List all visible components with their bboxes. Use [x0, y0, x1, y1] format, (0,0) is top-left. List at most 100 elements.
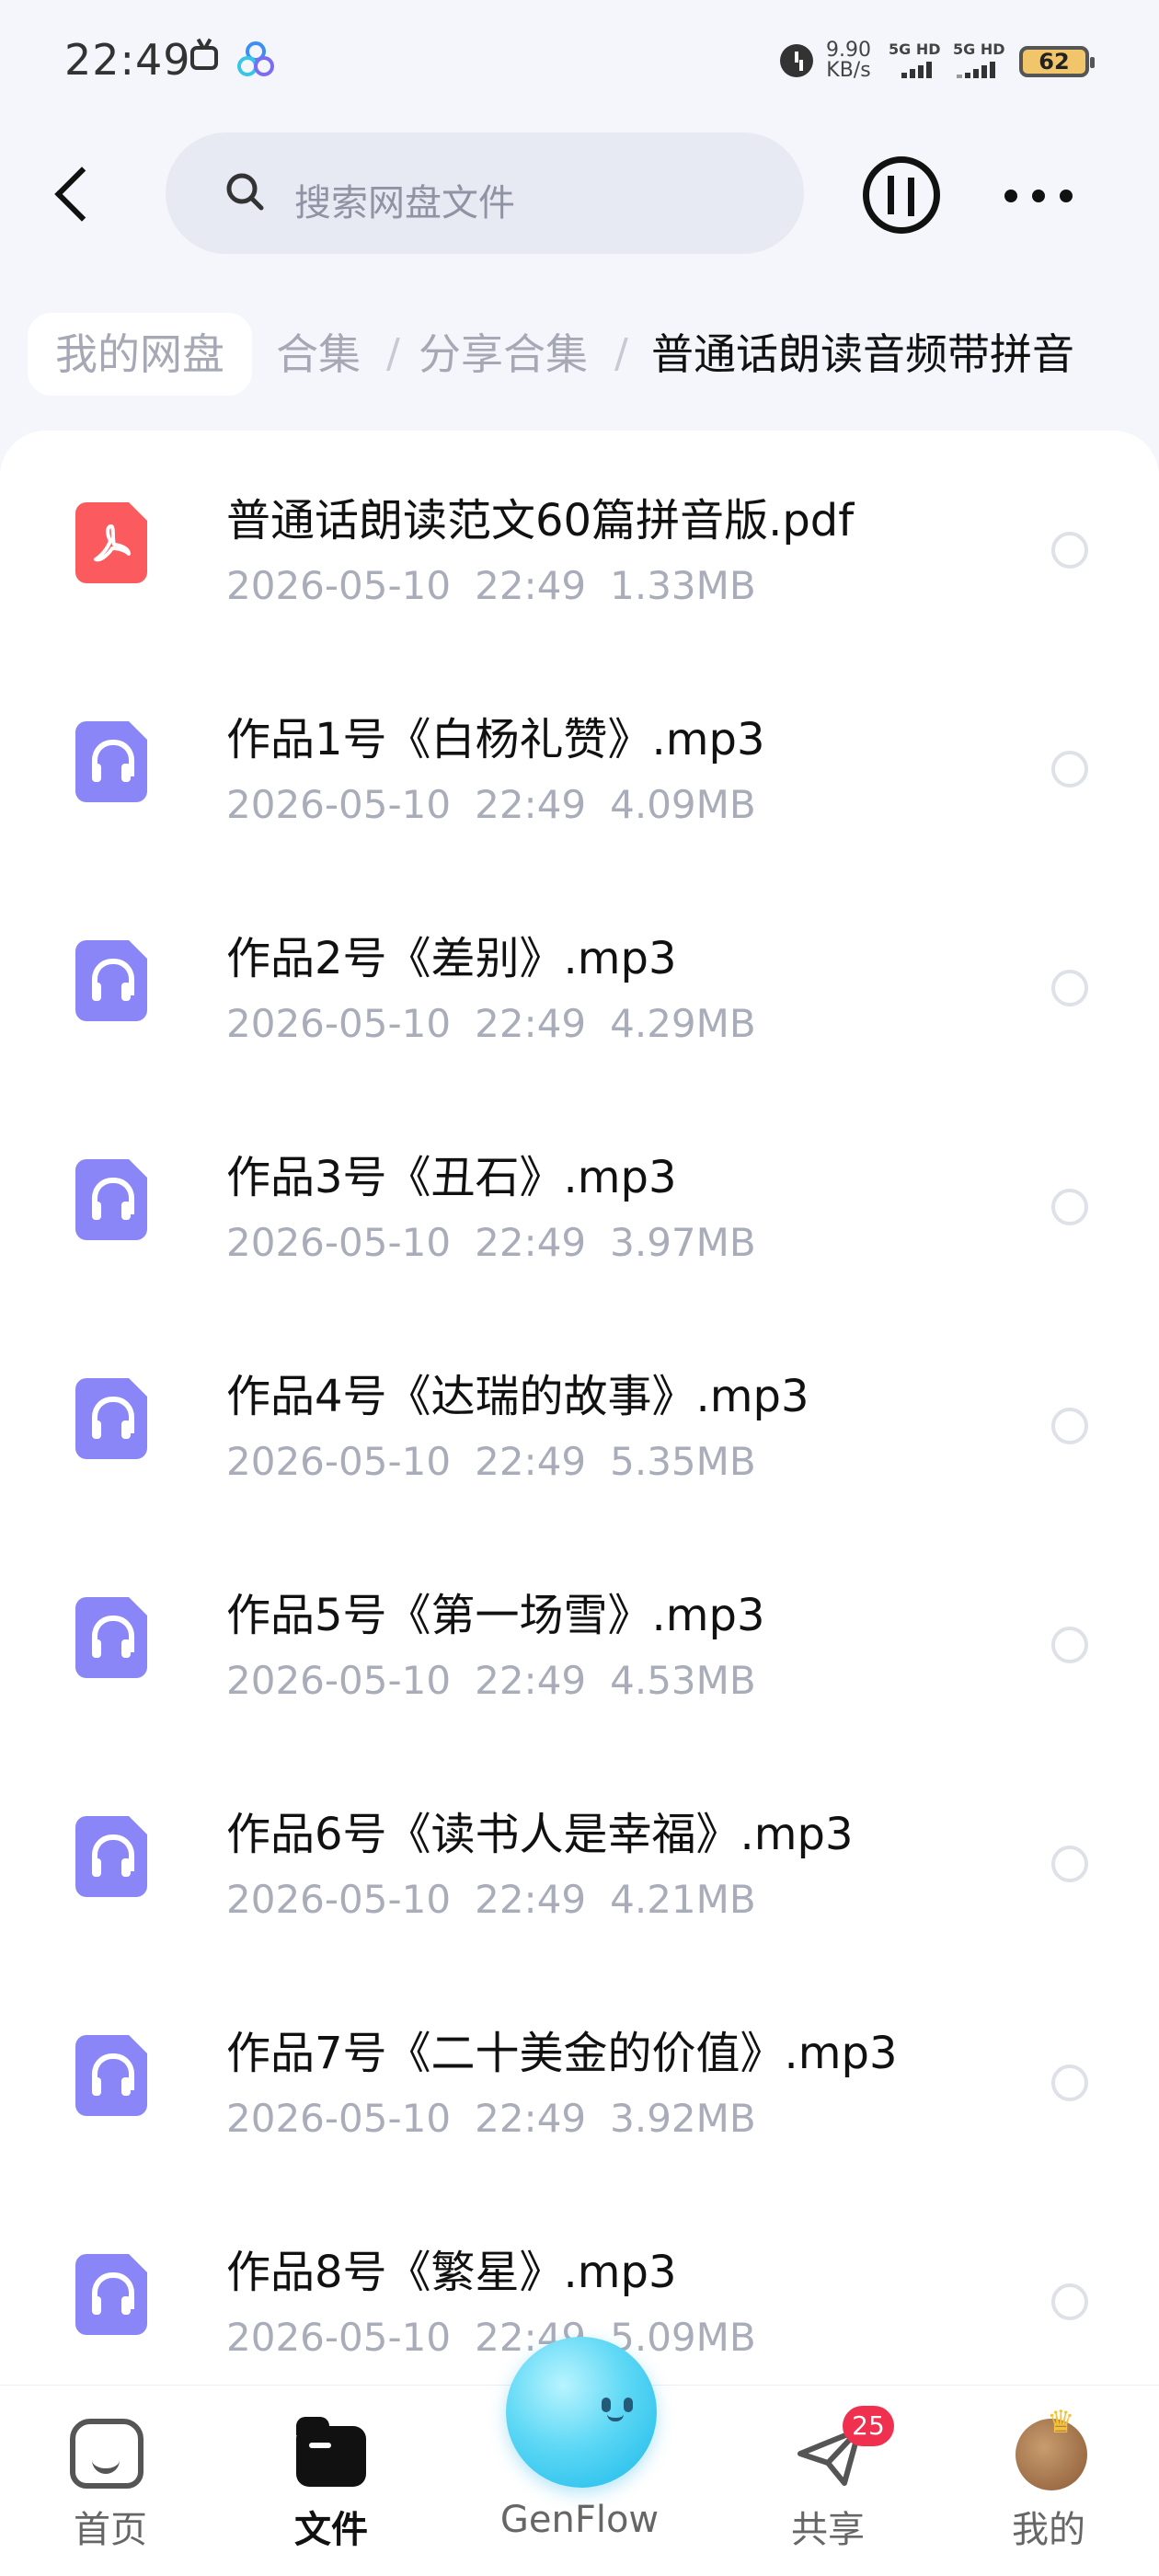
- more-options-icon[interactable]: [1003, 177, 1074, 213]
- share-badge: 25: [843, 2406, 894, 2446]
- sim1-label: 5G HD: [889, 40, 941, 58]
- file-row[interactable]: 作品7号《二十美金的价值》.mp3 2026-05-10 22:49 3.92MB: [0, 1963, 1159, 2182]
- signal-bars-icon: [901, 61, 935, 78]
- file-date: 2026-05-10: [226, 1001, 452, 1046]
- file-time: 22:49: [475, 1658, 587, 1703]
- select-checkbox[interactable]: [1051, 532, 1088, 569]
- tab-mine[interactable]: ♛ 我的: [966, 2386, 1131, 2576]
- file-name: 作品1号《白杨礼赞》.mp3: [226, 714, 765, 765]
- file-size: 4.53MB: [610, 1658, 756, 1703]
- folder-icon: [296, 2417, 366, 2487]
- file-name: 作品3号《丑石》.mp3: [226, 1152, 677, 1203]
- battery-icon: 62: [1019, 46, 1095, 77]
- file-meta: 2026-05-10 22:49 4.21MB: [226, 1877, 780, 1922]
- select-checkbox[interactable]: [1051, 751, 1088, 788]
- file-meta: 2026-05-10 22:49 4.29MB: [226, 1001, 780, 1046]
- file-row[interactable]: 作品2号《差别》.mp3 2026-05-10 22:49 4.29MB: [0, 868, 1159, 1087]
- file-name: 作品6号《读书人是幸福》.mp3: [226, 1809, 854, 1860]
- file-name: 作品2号《差别》.mp3: [226, 933, 677, 984]
- tab-files-label: 文件: [294, 2509, 368, 2551]
- genflow-button[interactable]: GenFlow: [497, 2337, 662, 2576]
- file-time: 22:49: [475, 563, 587, 608]
- file-meta: 2026-05-10 22:49 4.53MB: [226, 1658, 780, 1703]
- file-time: 22:49: [475, 1220, 587, 1265]
- file-row[interactable]: 普通话朗读范文60篇拼音版.pdf 2026-05-10 22:49 1.33MB: [0, 431, 1159, 650]
- network-speed: 9.90 KB/s: [826, 39, 871, 82]
- select-checkbox[interactable]: [1051, 1627, 1088, 1663]
- breadcrumb-item-root[interactable]: 我的网盘: [28, 313, 252, 396]
- file-list: 普通话朗读范文60篇拼音版.pdf 2026-05-10 22:49 1.33MB 作品…: [0, 431, 1159, 2576]
- file-size: 3.97MB: [610, 1220, 756, 1265]
- breadcrumb: 合集 / 分享合集 / 普通话朗读音频带拼音 我的网盘: [0, 304, 1159, 405]
- file-time: 22:49: [475, 1439, 587, 1484]
- home-icon: [70, 2419, 143, 2489]
- file-size: 4.09MB: [610, 782, 756, 827]
- tab-mine-label: 我的: [1012, 2509, 1085, 2551]
- file-meta: 2026-05-10 22:49 4.09MB: [226, 782, 780, 827]
- signal-bars-icon: [957, 61, 998, 78]
- audio-file-icon: [75, 721, 147, 802]
- file-meta: 2026-05-10 22:49 3.97MB: [226, 1220, 780, 1265]
- back-button[interactable]: [40, 156, 99, 230]
- search-icon: [226, 173, 264, 211]
- tv-app-icon: [190, 46, 218, 70]
- file-row[interactable]: 作品4号《达瑞的故事》.mp3 2026-05-10 22:49 5.35MB: [0, 1306, 1159, 1525]
- select-checkbox[interactable]: [1051, 1408, 1088, 1444]
- audio-file-icon: [75, 1597, 147, 1678]
- genflow-mascot-icon: [506, 2337, 657, 2488]
- select-checkbox[interactable]: [1051, 2064, 1088, 2101]
- cloud-app-icon: [237, 41, 274, 76]
- file-row[interactable]: 作品1号《白杨礼赞》.mp3 2026-05-10 22:49 4.09MB: [0, 650, 1159, 868]
- breadcrumb-separator: /: [386, 330, 400, 377]
- file-date: 2026-05-10: [226, 2315, 452, 2360]
- audio-file-icon: [75, 1816, 147, 1897]
- file-row[interactable]: 作品5号《第一场雪》.mp3 2026-05-10 22:49 4.53MB: [0, 1525, 1159, 1744]
- breadcrumb-current: 普通话朗读音频带拼音: [651, 329, 1074, 379]
- audio-file-icon: [75, 940, 147, 1021]
- file-date: 2026-05-10: [226, 1877, 452, 1922]
- select-checkbox[interactable]: [1051, 1846, 1088, 1882]
- file-meta: 2026-05-10 22:49 3.92MB: [226, 2096, 780, 2141]
- alarm-icon: [780, 44, 813, 77]
- file-name: 作品4号《达瑞的故事》.mp3: [226, 1371, 809, 1422]
- file-date: 2026-05-10: [226, 1658, 452, 1703]
- file-size: 3.92MB: [610, 2096, 756, 2141]
- tab-home[interactable]: 首页: [28, 2386, 193, 2576]
- file-row[interactable]: 作品3号《丑石》.mp3 2026-05-10 22:49 3.97MB: [0, 1087, 1159, 1306]
- tab-files[interactable]: 文件: [248, 2386, 414, 2576]
- file-date: 2026-05-10: [226, 563, 452, 608]
- file-size: 4.29MB: [610, 1001, 756, 1046]
- file-date: 2026-05-10: [226, 1220, 452, 1265]
- select-checkbox[interactable]: [1051, 2283, 1088, 2320]
- file-date: 2026-05-10: [226, 1439, 452, 1484]
- file-time: 22:49: [475, 2096, 587, 2141]
- search-placeholder: 搜索网盘文件: [294, 182, 515, 224]
- breadcrumb-item-collection[interactable]: 合集: [276, 304, 361, 405]
- file-size: 1.33MB: [610, 563, 756, 608]
- select-checkbox[interactable]: [1051, 970, 1088, 1006]
- top-bar: 搜索网盘文件: [0, 120, 1159, 267]
- audio-file-icon: [75, 2254, 147, 2335]
- breadcrumb-item-shared[interactable]: 分享合集: [419, 304, 588, 405]
- file-row[interactable]: 作品6号《读书人是幸福》.mp3 2026-05-10 22:49 4.21MB: [0, 1744, 1159, 1963]
- select-checkbox[interactable]: [1051, 1189, 1088, 1225]
- file-name: 普通话朗读范文60篇拼音版.pdf: [226, 495, 855, 546]
- file-time: 22:49: [475, 1877, 587, 1922]
- search-input[interactable]: 搜索网盘文件: [166, 132, 804, 254]
- audio-file-icon: [75, 2035, 147, 2116]
- file-name: 作品5号《第一场雪》.mp3: [226, 1590, 765, 1641]
- transfer-icon[interactable]: [863, 156, 940, 234]
- genflow-label: GenFlow: [499, 2499, 660, 2541]
- tab-share[interactable]: 25 共享: [745, 2386, 911, 2576]
- file-size: 4.21MB: [610, 1877, 756, 1922]
- status-time: 22:49: [64, 35, 191, 85]
- file-time: 22:49: [475, 1001, 587, 1046]
- file-date: 2026-05-10: [226, 782, 452, 827]
- breadcrumb-separator: /: [614, 330, 628, 377]
- sim2-label: 5G HD: [953, 40, 1005, 58]
- file-name: 作品7号《二十美金的价值》.mp3: [226, 2028, 898, 2079]
- pdf-file-icon: [75, 502, 147, 583]
- file-date: 2026-05-10: [226, 2096, 452, 2141]
- tab-share-label: 共享: [791, 2509, 865, 2551]
- tab-home-label: 首页: [74, 2509, 147, 2551]
